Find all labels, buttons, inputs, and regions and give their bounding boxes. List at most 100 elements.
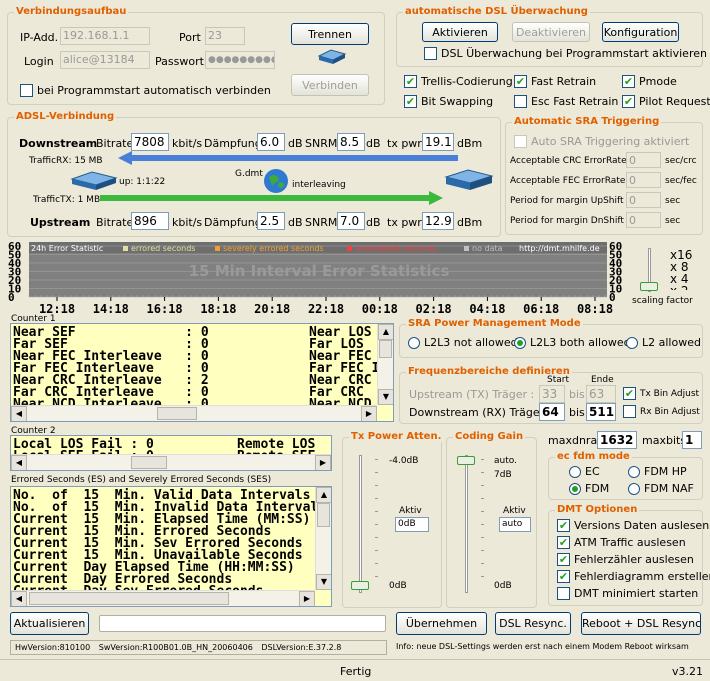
counter2-list[interactable]: Local LOS Fail : 0Local SEF Fail : 0 Rem… [10,435,332,471]
adsl-title: ADSL-Verbindung [14,111,117,122]
upstream-end-field[interactable]: 63 [586,385,616,403]
reboot-resync-button[interactable]: Reboot + DSL Resync. [581,612,701,635]
maxbits-field[interactable]: 1 [682,431,702,449]
check-icon: ✔ [514,75,527,88]
l2l3-not-allowed-radio[interactable]: L2L3 not allowed [408,336,518,349]
downstream-start-field[interactable]: 64 [539,403,565,421]
password-field[interactable]: ●●●●●●●●● [205,51,275,69]
dmt-minimized-checkbox[interactable]: DMT minimiert starten [557,587,698,600]
scroll-thumb[interactable] [131,456,167,469]
dsl-version: DSLVersion:E.37.2.8 [261,643,342,652]
tx-bin-adjust-label: Tx Bin Adjust [640,388,700,399]
dsl-resync-button[interactable]: DSL Resync. [495,612,571,635]
scroll-right-icon[interactable]: ▶ [361,406,377,421]
coding-slider[interactable] [455,455,489,595]
l2l3-both-allowed-radio[interactable]: L2L3 both allowed [514,336,631,349]
scaling-slider[interactable]: x16 x 8 x 4 x 2 scaling factor [632,248,704,310]
fdm-hp-radio[interactable]: FDM HP [628,465,687,478]
legend-label: unavailable seconds [355,244,437,253]
scroll-up-icon[interactable]: ▲ [316,487,331,503]
tx-bin-adjust-checkbox[interactable]: ✔ Tx Bin Adjust [623,387,699,400]
aktivieren-button[interactable]: Aktivieren [422,22,498,42]
slider-thumb[interactable] [640,282,658,291]
error-counter-checkbox[interactable]: ✔ Fehlerzähler auslesen [557,553,694,566]
trellis-checkbox[interactable]: ✔ Trellis-Codierung [404,75,513,88]
scale-x2: x 2 [670,284,689,290]
pilot-request-checkbox[interactable]: ✔ Pilot Request [622,95,710,108]
maxdnrate-field[interactable]: 1632 [597,431,637,449]
scroll-right-icon[interactable]: ▶ [299,591,315,606]
autoconnect-checkbox[interactable]: bei Programmstart automatisch verbinden [20,84,271,97]
ds-bitrate-value: 7808 [131,133,169,151]
atm-traffic-checkbox[interactable]: ✔ ATM Traffic auslesen [557,536,686,549]
modem-icon [70,170,118,192]
login-field[interactable]: alice@13184 [60,51,150,69]
fast-retrain-checkbox[interactable]: ✔ Fast Retrain [514,75,596,88]
slider-thumb[interactable] [457,456,475,465]
txpower-slider[interactable] [349,455,383,595]
trennen-button[interactable]: Trennen [291,23,369,45]
esc-fast-retrain-checkbox[interactable]: Esc Fast Retrain [514,95,618,108]
bitswap-checkbox[interactable]: ✔ Bit Swapping [404,95,493,108]
scroll-left-icon[interactable]: ◀ [11,455,27,470]
downstream-end-field[interactable]: 511 [586,403,616,421]
scaling-factor-label: scaling factor [632,296,693,306]
fec-rate-field[interactable]: 0 [626,172,661,188]
pmode-checkbox[interactable]: ✔ Pmode [622,75,677,88]
scroll-thumb[interactable] [379,340,392,358]
rx-bin-adjust-checkbox[interactable]: Rx Bin Adjust [623,405,700,418]
ec-radio[interactable]: EC [569,465,600,478]
us-att-label: Dämpfung [204,216,262,229]
slider-thumb[interactable] [351,581,369,590]
downstream-bis-label: bis [569,406,585,419]
ip-field[interactable]: 192.168.1.1 [60,27,150,45]
scroll-thumb[interactable] [29,592,229,605]
traffic-rx: TrafficRX: 15 MB [29,156,103,166]
fdm-naf-radio[interactable]: FDM NAF [628,482,694,495]
fdm-radio[interactable]: FDM [569,482,609,495]
bitswap-label: Bit Swapping [421,95,494,108]
deaktivieren-button[interactable]: Deaktivieren [512,22,590,42]
dmt-minimized-label: DMT minimiert starten [574,587,699,600]
scroll-right-icon[interactable]: ▶ [315,455,331,470]
scroll-thumb[interactable] [157,407,197,420]
es-hscroll[interactable]: ◀ ▶ [11,590,315,606]
scroll-thumb[interactable] [317,503,330,527]
aktualisieren-button[interactable]: Aktualisieren [10,612,89,635]
x-tick-label: 18:18 [200,302,236,316]
ip-label: IP-Add. [20,31,59,44]
scroll-down-icon[interactable]: ▼ [316,574,331,590]
scroll-left-icon[interactable]: ◀ [11,406,27,421]
es-vscroll[interactable]: ▲ ▼ [315,487,331,590]
error-chart-checkbox[interactable]: ✔ Fehlerdiagramm erstellen [557,570,710,583]
legend-swatch [347,246,352,251]
scroll-left-icon[interactable]: ◀ [11,591,27,606]
counter1-hscroll[interactable]: ◀ ▶ [11,405,377,421]
port-field[interactable]: 23 [205,27,245,45]
uebernehmen-button[interactable]: Übernehmen [396,612,487,635]
connection-title: Verbindungsaufbau [14,6,129,17]
ds-dbm-label: dBm [457,137,483,150]
auto-sra-checkbox[interactable]: Auto SRA Triggering aktiviert [514,135,689,148]
upstream-carrier-label: Upstream (TX) Träger : [409,388,535,401]
versions-checkbox[interactable]: ✔ Versions Daten auslesen [557,519,709,532]
upstream-start-field[interactable]: 33 [539,385,565,403]
counter2-hscroll[interactable]: ◀ ▶ [11,454,331,470]
dnshift-field[interactable]: 0 [626,212,661,228]
es-list[interactable]: No. of 15 Min. Valid Data Intervals No. o… [10,486,332,607]
upshift-field[interactable]: 0 [626,192,661,208]
l2-allowed-radio[interactable]: L2 allowed [626,336,701,349]
scroll-up-icon[interactable]: ▲ [378,324,393,340]
crc-rate-field[interactable]: 0 [626,152,661,168]
versions-label: Versions Daten auslesen [574,519,710,532]
crc-rate-label: Acceptable CRC ErrorRate [510,156,627,166]
verbinden-button[interactable]: Verbinden [291,74,369,96]
us-bitrate-value: 896 [131,212,169,230]
arrow-right-icon [100,191,443,205]
scroll-down-icon[interactable]: ▼ [378,389,393,405]
counter1-list[interactable]: Near SEF : 0 Far SEF : 0 Near FEC Interlea… [10,323,394,422]
konfiguration-button[interactable]: Konfiguration [602,22,679,42]
monitor-startup-checkbox[interactable]: DSL Überwachung bei Programmstart aktivi… [424,47,707,60]
counter1-vscroll[interactable]: ▲ ▼ [377,324,393,405]
radio-icon [569,465,581,478]
